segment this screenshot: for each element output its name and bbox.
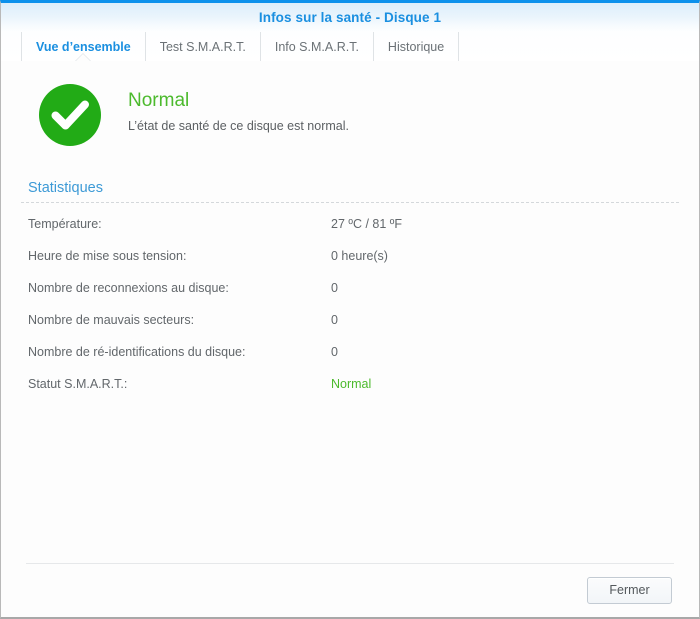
table-row: Nombre de reconnexions au disque: 0	[28, 281, 679, 313]
table-row: Température: 27 ºC / 81 ºF	[28, 217, 679, 249]
dialog-content: Normal L’état de santé de ce disque est …	[1, 61, 699, 563]
tab-historique[interactable]: Historique	[372, 32, 458, 61]
stat-label: Statut S.M.A.R.T.:	[28, 377, 128, 391]
dialog-footer: Fermer	[1, 563, 699, 617]
table-row: Statut S.M.A.R.T.: Normal	[28, 377, 679, 409]
tab-bar: Vue d’ensemble Test S.M.A.R.T. Info S.M.…	[1, 32, 699, 62]
table-row: Heure de mise sous tension: 0 heure(s)	[28, 249, 679, 281]
health-status-texts: Normal L’état de santé de ce disque est …	[128, 83, 349, 134]
stat-label: Nombre de ré-identifications du disque:	[28, 345, 246, 359]
statistics-section: Statistiques Température: 27 ºC / 81 ºF …	[21, 180, 679, 409]
statistics-divider	[21, 202, 679, 203]
stat-value: 0 heure(s)	[331, 249, 388, 263]
health-status-description: L’état de santé de ce disque est normal.	[128, 119, 349, 133]
tab-label: Info S.M.A.R.T.	[274, 39, 359, 54]
active-tab-pointer-icon	[76, 54, 90, 61]
stat-label: Nombre de reconnexions au disque:	[28, 281, 229, 295]
stat-value: Normal	[331, 377, 372, 391]
stat-value: 0	[331, 281, 338, 295]
health-status-title: Normal	[128, 90, 190, 111]
health-info-dialog: Infos sur la santé - Disque 1 Vue d’ense…	[0, 0, 700, 619]
table-row: Nombre de mauvais secteurs: 0	[28, 313, 679, 345]
footer-divider	[26, 563, 674, 564]
tab-strip-endcap	[458, 32, 460, 61]
tab-label: Test S.M.A.R.T.	[159, 39, 246, 54]
statistics-section-title: Statistiques	[28, 180, 103, 196]
health-status-block: Normal L’état de santé de ce disque est …	[1, 61, 699, 147]
dialog-titlebar: Infos sur la santé - Disque 1	[1, 3, 699, 32]
tab-test-smart[interactable]: Test S.M.A.R.T.	[144, 32, 260, 61]
statistics-list: Température: 27 ºC / 81 ºF Heure de mise…	[21, 217, 679, 409]
close-button[interactable]: Fermer	[587, 576, 672, 604]
stat-label: Heure de mise sous tension:	[28, 249, 187, 263]
stat-label: Nombre de mauvais secteurs:	[28, 313, 195, 327]
check-circle-icon	[39, 84, 101, 146]
tab-label: Vue d’ensemble	[36, 39, 131, 54]
stat-value: 0	[331, 345, 338, 359]
tab-label: Historique	[387, 39, 445, 54]
stat-value: 0	[331, 313, 338, 327]
table-row: Nombre de ré-identifications du disque: …	[28, 345, 679, 377]
tab-info-smart[interactable]: Info S.M.A.R.T.	[259, 32, 373, 61]
stat-value: 27 ºC / 81 ºF	[331, 217, 402, 231]
stat-label: Température:	[28, 217, 102, 231]
dialog-title: Infos sur la santé - Disque 1	[258, 10, 442, 25]
